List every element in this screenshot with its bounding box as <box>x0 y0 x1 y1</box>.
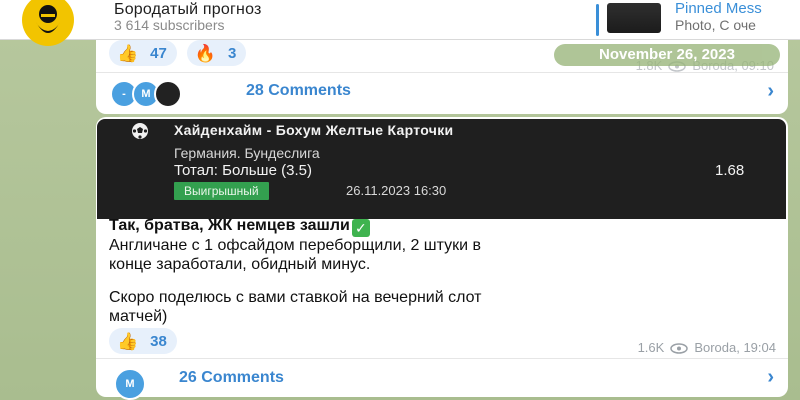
chevron-right-icon[interactable]: › <box>767 80 774 103</box>
check-mark-icon: ✓ <box>351 219 370 237</box>
comments-count-label[interactable]: 26 Comments <box>179 369 284 387</box>
comments-count-label[interactable]: 28 Comments <box>246 82 351 100</box>
post-bubble-previous: 👍 47 🔥 3 1.8K Boroda, 09:10 - M 28 Comme… <box>96 28 788 114</box>
reaction-thumbs-up[interactable]: 👍 38 <box>109 328 177 354</box>
fire-icon: 🔥 <box>194 43 217 63</box>
reaction-count: 38 <box>150 332 167 350</box>
thumbs-up-icon: 👍 <box>117 43 139 63</box>
post-body-line: матчей) <box>109 308 168 325</box>
post-body-line: Англичане с 1 офсайдом переборщили, 2 шт… <box>109 237 482 254</box>
chevron-right-icon[interactable]: › <box>767 366 774 389</box>
status-badge: Выигрышный <box>174 182 269 200</box>
reactions-bar: 👍 38 <box>109 328 177 354</box>
comments-link[interactable]: - M 28 Comments › <box>96 72 788 112</box>
league-name: Германия. Бундеслига <box>174 145 320 161</box>
post-meta: 1.6K Boroda, 19:04 <box>638 340 776 355</box>
commenter-avatar: M <box>114 368 146 400</box>
post-body-line: Скоро поделюсь с вами ставкой на вечерни… <box>109 289 482 306</box>
reactions-bar: 👍 47 🔥 3 <box>109 40 247 66</box>
reaction-fire[interactable]: 🔥 3 <box>186 40 247 66</box>
channel-avatar[interactable] <box>22 0 74 46</box>
reaction-count: 47 <box>150 44 167 62</box>
thumbs-up-icon: 👍 <box>117 331 139 351</box>
bet-datetime: 26.11.2023 16:30 <box>346 183 447 198</box>
pinned-indicator <box>596 4 599 36</box>
pinned-thumbnail[interactable] <box>607 3 661 33</box>
headline-text: Так, братва, ЖК немцев зашли <box>109 217 350 234</box>
post-headline: Так, братва, ЖК немцев зашли ✓ <box>109 217 370 237</box>
pinned-message-label[interactable]: Pinned Mess <box>675 0 762 17</box>
subscriber-count: 3 614 subscribers <box>114 17 225 33</box>
comments-link[interactable]: M 26 Comments › <box>96 358 788 400</box>
eye-icon <box>670 342 689 354</box>
bearded-man-icon <box>36 5 60 33</box>
view-count: 1.6K <box>637 340 665 355</box>
pinned-message-preview[interactable]: Photo, С оче <box>675 17 756 33</box>
reaction-count: 3 <box>228 44 237 62</box>
commenter-avatars: - M <box>110 80 230 108</box>
reaction-thumbs-up[interactable]: 👍 47 <box>109 40 177 66</box>
commenter-avatar-photo <box>154 80 182 108</box>
date-separator: November 26, 2023 <box>554 44 780 66</box>
bet-selection: Тотал: Больше (3.5) <box>174 162 312 179</box>
soccer-ball-icon <box>131 122 149 140</box>
post-body-line: конце заработали, обидный минус. <box>109 256 371 273</box>
author-time: Boroda, 19:04 <box>694 340 776 355</box>
bet-odds: 1.68 <box>715 162 745 179</box>
channel-header[interactable]: Бородатый прогноз 3 614 subscribers Pinn… <box>0 0 800 46</box>
match-title: Хайденхайм - Бохум Желтые Карточки <box>174 122 454 138</box>
